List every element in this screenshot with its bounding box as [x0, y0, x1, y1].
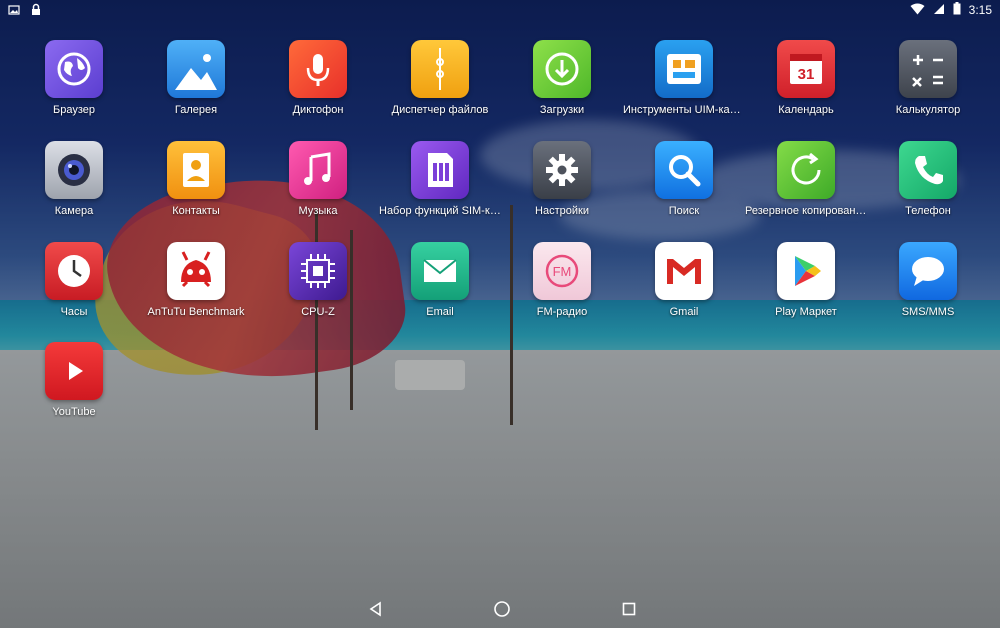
- app-label: Поиск: [668, 205, 700, 217]
- microphone-icon: [289, 40, 347, 98]
- phone-icon: [899, 141, 957, 199]
- app-label: AnTuTu Benchmark: [147, 306, 245, 318]
- search-icon: [655, 141, 713, 199]
- app-youtube[interactable]: YouTube: [13, 342, 135, 419]
- app-label: Телефон: [905, 205, 951, 217]
- app-label: Калькулятор: [895, 104, 961, 116]
- contacts-icon: [167, 141, 225, 199]
- camera-icon: [45, 141, 103, 199]
- app-search[interactable]: Поиск: [623, 141, 745, 218]
- play-store-icon: [777, 242, 835, 300]
- app-label: Музыка: [298, 205, 338, 217]
- antutu-icon: [167, 242, 225, 300]
- app-label: SMS/MMS: [901, 306, 955, 318]
- gallery-icon: [167, 40, 225, 98]
- app-label: Набор функций SIM-карты: [379, 205, 501, 217]
- app-calendar[interactable]: 31 Календарь: [745, 40, 867, 117]
- app-grid: Браузер Галерея Диктофон Диспетчер файло…: [0, 0, 1000, 560]
- app-fm-radio[interactable]: FM FM-радио: [501, 242, 623, 319]
- download-icon: [533, 40, 591, 98]
- app-file-manager[interactable]: Диспетчер файлов: [379, 40, 501, 117]
- app-cpu-z[interactable]: CPU-Z: [257, 242, 379, 319]
- app-camera[interactable]: Камера: [13, 141, 135, 218]
- app-settings[interactable]: Настройки: [501, 141, 623, 218]
- app-calculator[interactable]: Калькулятор: [867, 40, 989, 117]
- app-music[interactable]: Музыка: [257, 141, 379, 218]
- calculator-icon: [899, 40, 957, 98]
- app-label: Email: [426, 306, 454, 318]
- app-label: Камера: [54, 205, 94, 217]
- app-label: Календарь: [778, 104, 834, 116]
- app-uim-tools[interactable]: Инструменты UIM-карты: [623, 40, 745, 117]
- app-label: Инструменты UIM-карты: [623, 104, 745, 116]
- app-recorder[interactable]: Диктофон: [257, 40, 379, 117]
- app-messages[interactable]: SMS/MMS: [867, 242, 989, 319]
- app-clock[interactable]: Часы: [13, 242, 135, 319]
- sim-tools-icon: [655, 40, 713, 98]
- app-label: Play Маркет: [775, 306, 837, 318]
- folder-icon: [411, 40, 469, 98]
- app-antutu[interactable]: AnTuTu Benchmark: [135, 242, 257, 319]
- app-label: Настройки: [535, 205, 589, 217]
- app-sim-toolkit[interactable]: Набор функций SIM-карты: [379, 141, 501, 218]
- clock-icon: [45, 242, 103, 300]
- app-label: Контакты: [172, 205, 220, 217]
- navigation-bar: [0, 590, 1000, 628]
- email-icon: [411, 242, 469, 300]
- globe-icon: [45, 40, 103, 98]
- app-label: YouTube: [52, 406, 96, 418]
- app-label: Загрузки: [539, 104, 585, 116]
- app-browser[interactable]: Браузер: [13, 40, 135, 117]
- app-gmail[interactable]: Gmail: [623, 242, 745, 319]
- app-downloads[interactable]: Загрузки: [501, 40, 623, 117]
- app-gallery[interactable]: Галерея: [135, 40, 257, 117]
- cpu-icon: [289, 242, 347, 300]
- sim-toolkit-icon: [411, 141, 469, 199]
- gmail-icon: [655, 242, 713, 300]
- app-label: Диспетчер файлов: [391, 104, 489, 116]
- fm-radio-icon: FM: [533, 242, 591, 300]
- backup-icon: [777, 141, 835, 199]
- app-backup[interactable]: Резервное копирование...: [745, 141, 867, 218]
- app-label: Диктофон: [292, 104, 344, 116]
- app-label: Часы: [60, 306, 88, 318]
- messages-icon: [899, 242, 957, 300]
- app-label: Резервное копирование...: [745, 205, 867, 217]
- calendar-icon: 31: [777, 40, 835, 98]
- app-play-store[interactable]: Play Маркет: [745, 242, 867, 319]
- youtube-icon: [45, 342, 103, 400]
- svg-text:FM: FM: [553, 264, 572, 279]
- app-label: Gmail: [669, 306, 699, 318]
- music-icon: [289, 141, 347, 199]
- svg-text:31: 31: [798, 66, 815, 83]
- app-phone[interactable]: Телефон: [867, 141, 989, 218]
- app-label: Галерея: [174, 104, 218, 116]
- app-label: Браузер: [53, 104, 95, 116]
- recents-icon[interactable]: [618, 598, 640, 620]
- app-email[interactable]: Email: [379, 242, 501, 319]
- back-icon[interactable]: [365, 598, 387, 620]
- home-icon[interactable]: [491, 598, 513, 620]
- app-contacts[interactable]: Контакты: [135, 141, 257, 218]
- app-label: FM-радио: [536, 306, 588, 318]
- app-label: CPU-Z: [301, 306, 335, 318]
- gear-icon: [533, 141, 591, 199]
